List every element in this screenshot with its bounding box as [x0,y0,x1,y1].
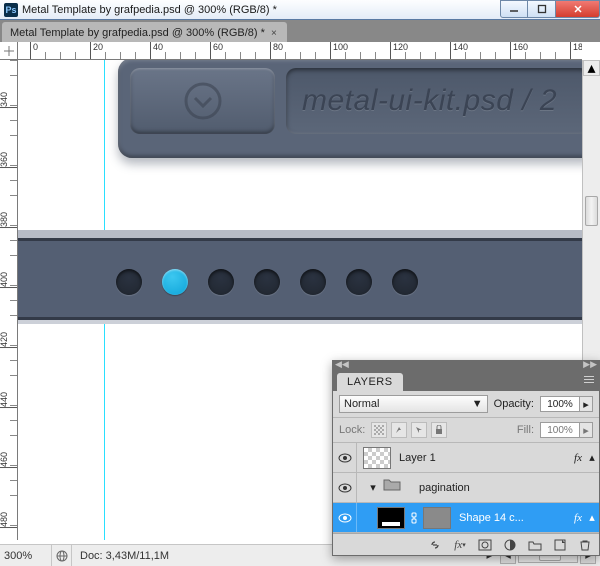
fx-badge[interactable]: fx [571,452,585,464]
visibility-eye-icon[interactable] [333,473,357,502]
layers-panel[interactable]: ◀◀▶▶ LAYERS Normal ▼ Opacity: 100% ▸ Lock… [332,360,600,556]
scroll-thumb[interactable] [585,196,598,226]
layer-name[interactable]: pagination [415,482,599,494]
chevron-down-icon: ▼ [472,398,483,410]
blend-mode-value: Normal [344,398,379,410]
maximize-button[interactable] [528,0,556,18]
visibility-eye-icon[interactable] [333,503,357,532]
lock-transparency-icon[interactable] [371,422,387,438]
layers-tab[interactable]: LAYERS [337,373,403,391]
minimize-button[interactable] [500,0,528,18]
adjustment-layer-icon[interactable] [502,537,518,553]
document-tab-row: Metal Template by grafpedia.psd @ 300% (… [0,20,600,42]
scroll-up-icon[interactable]: ▴ [583,60,600,76]
pagination-dot [116,269,142,295]
window-titlebar: Ps Metal Template by grafpedia.psd @ 300… [0,0,600,20]
layer-mask-icon[interactable] [477,537,493,553]
layer-row[interactable]: Layer 1fx▴ [333,443,599,473]
pagination-dot [392,269,418,295]
layer-row[interactable]: ▾ pagination [333,473,599,503]
new-group-icon[interactable] [527,537,543,553]
layers-footer: fx▾ [333,533,599,555]
close-button[interactable] [556,0,600,18]
app-icon: Ps [4,3,18,17]
lock-all-icon[interactable] [431,422,447,438]
horizontal-ruler[interactable]: 020406080100120140160180 [18,42,582,60]
layer-list: Layer 1fx▴▾paginationShape 14 c...fx▴ [333,443,599,533]
fill-field[interactable]: 100% [540,422,580,438]
tab-close-icon[interactable]: × [271,28,277,39]
panel-tabs: LAYERS [333,369,599,391]
zoom-level[interactable]: 300% [0,545,52,566]
layer-thumbnail[interactable] [363,447,391,469]
lock-pixels-icon[interactable] [391,422,407,438]
opacity-flyout-icon[interactable]: ▸ [579,396,593,412]
fill-flyout-icon[interactable]: ▸ [579,422,593,438]
lock-buttons [371,422,447,438]
link-layers-icon[interactable] [427,537,443,553]
fill-label: Fill: [517,424,534,436]
folder-icon [383,477,411,499]
pagination-dot [208,269,234,295]
pagination-dot-active [162,269,188,295]
new-layer-icon[interactable] [552,537,568,553]
layer-thumbnail[interactable] [423,507,451,529]
group-disclosure-icon[interactable]: ▾ [367,481,379,494]
blend-mode-select[interactable]: Normal ▼ [339,395,488,413]
pagination-dot [300,269,326,295]
visibility-eye-icon[interactable] [333,443,357,472]
fx-disclosure-icon[interactable]: ▴ [585,511,599,524]
panel-grip[interactable]: ◀◀▶▶ [333,361,599,369]
artwork-round-button [130,68,275,134]
layer-name[interactable]: Layer 1 [395,452,571,464]
fx-disclosure-icon[interactable]: ▴ [585,451,599,464]
artwork-pagination-bar [18,238,582,320]
lock-label: Lock: [339,424,365,436]
layer-style-icon[interactable]: fx▾ [452,537,468,553]
delete-layer-icon[interactable] [577,537,593,553]
lock-position-icon[interactable] [411,422,427,438]
document-tab-label: Metal Template by grafpedia.psd @ 300% (… [10,27,265,39]
opacity-label: Opacity: [494,398,534,410]
opacity-field[interactable]: 100% [540,396,580,412]
chevron-down-icon [183,81,223,121]
vertical-ruler[interactable]: 320340360380400420440460480 [0,60,18,540]
document-tab[interactable]: Metal Template by grafpedia.psd @ 300% (… [2,22,287,42]
vector-mask-thumbnail[interactable] [377,507,405,529]
window-title: Metal Template by grafpedia.psd @ 300% (… [22,4,500,16]
layer-row[interactable]: Shape 14 c...fx▴ [333,503,599,533]
link-icon[interactable] [409,512,419,524]
artwork-top-panel: metal-ui-kit.psd / 2 [118,60,582,158]
pagination-dot [346,269,372,295]
pagination-dot [254,269,280,295]
ruler-origin[interactable] [0,42,18,60]
status-globe-icon[interactable] [52,545,72,566]
panel-menu-icon[interactable] [581,372,597,386]
fx-badge[interactable]: fx [571,512,585,524]
artwork-text-field: metal-ui-kit.psd / 2 [286,68,582,134]
pagination-dots [116,269,418,295]
layer-name[interactable]: Shape 14 c... [455,512,571,524]
